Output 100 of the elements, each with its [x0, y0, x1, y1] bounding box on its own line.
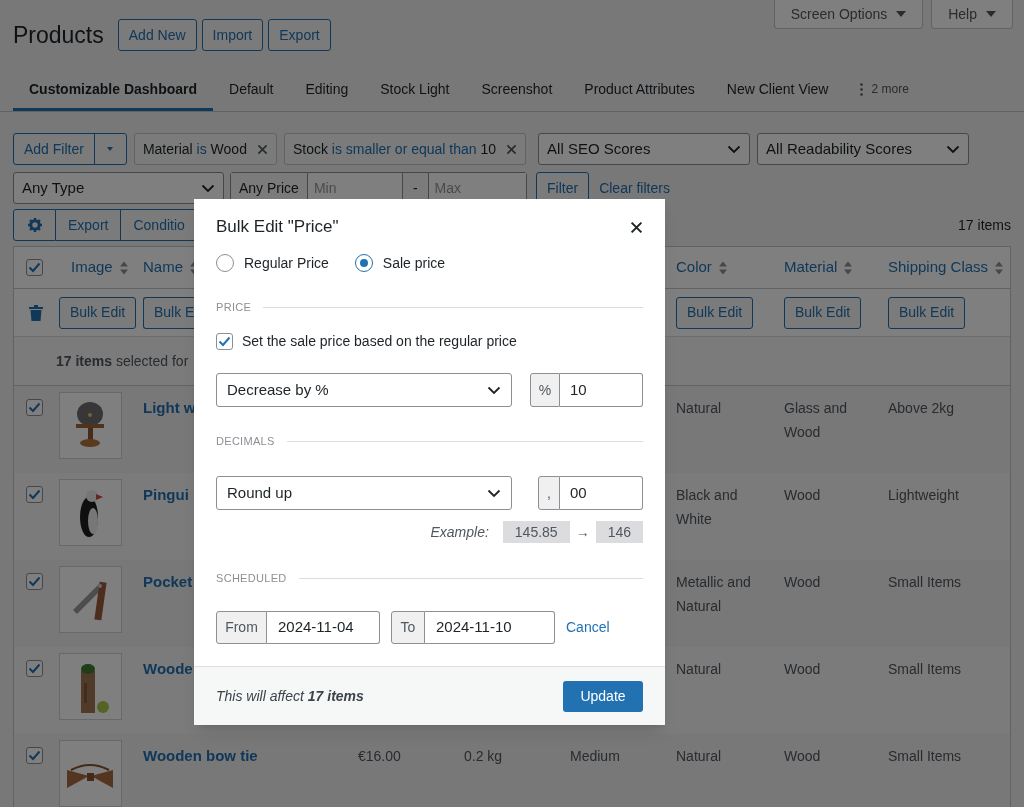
- checkbox[interactable]: [26, 486, 43, 503]
- input-field[interactable]: 00: [560, 476, 643, 510]
- section-heading: DECIMALS: [216, 433, 275, 449]
- column-header[interactable]: Color: [676, 256, 712, 279]
- tab[interactable]: New Client View: [710, 70, 845, 111]
- color-attribute-cell: Metallic and Natural: [676, 574, 751, 614]
- bulk-edit-button[interactable]: Bulk Edit: [888, 296, 966, 329]
- checkbox[interactable]: [216, 332, 233, 350]
- filter-select[interactable]: All SEO Scores: [538, 133, 751, 165]
- color-attribute-cell: Black and White: [676, 487, 738, 527]
- filter-select[interactable]: All Readability Scores: [757, 133, 970, 165]
- column-header[interactable]: Material: [784, 256, 838, 279]
- chevron-down-icon: [487, 385, 501, 395]
- column-header[interactable]: Shipping Class: [888, 256, 989, 279]
- bulk-edit-button[interactable]: Bulk Edit: [676, 296, 754, 329]
- radio-button[interactable]: [354, 254, 373, 272]
- size-cell: Medium: [570, 748, 620, 764]
- header-button[interactable]: Add New: [117, 19, 197, 51]
- settings-button[interactable]: [13, 209, 56, 241]
- product-name-link[interactable]: Pocket: [143, 573, 193, 590]
- more-tabs-button[interactable]: 2 more: [844, 70, 925, 111]
- checkbox[interactable]: [26, 747, 43, 764]
- header-button[interactable]: Import: [201, 19, 264, 51]
- input-field[interactable]: 10: [560, 373, 643, 407]
- tab[interactable]: Product Attributes: [568, 70, 711, 111]
- type-select[interactable]: Any Type: [13, 172, 224, 204]
- shipping-class-cell: Small Items: [888, 748, 962, 764]
- caret-icon[interactable]: [107, 147, 114, 151]
- tab[interactable]: Default: [213, 70, 290, 111]
- product-name-link[interactable]: Wooden bow tie: [143, 747, 258, 764]
- column-header[interactable]: Image: [71, 256, 113, 279]
- material-cell: Glass and Wood: [784, 400, 848, 440]
- bulk-edit-button[interactable]: Bulk E: [143, 296, 197, 329]
- chevron-down-icon: [946, 144, 961, 154]
- input-addon: %: [530, 373, 560, 407]
- filter-label: Material is Wood: [142, 139, 247, 159]
- add-filter-button[interactable]: Add Filter: [14, 134, 94, 164]
- item-count: 17 items: [958, 215, 1011, 235]
- checkbox[interactable]: [26, 660, 43, 677]
- material-cell: Wood: [784, 487, 821, 503]
- more-icon: [860, 82, 864, 96]
- material-cell: Wood: [784, 748, 821, 764]
- chevron-down-icon: [201, 183, 215, 193]
- filter-chip[interactable]: Stock is smaller or equal than 10: [283, 133, 527, 165]
- date-field[interactable]: 2024-11-04: [267, 611, 380, 644]
- bulk-edit-button[interactable]: Bulk Edit: [784, 296, 862, 329]
- shipping-class-cell: Small Items: [888, 661, 962, 677]
- section-heading: PRICE: [216, 299, 252, 315]
- caret-icon: [896, 11, 907, 17]
- bulk-edit-button[interactable]: Bulk Edit: [59, 296, 137, 329]
- settings-icon: [27, 218, 42, 232]
- color-attribute-cell: Natural: [676, 748, 722, 764]
- checkbox[interactable]: [26, 259, 43, 276]
- tab[interactable]: Stock Light: [364, 70, 466, 111]
- date-field[interactable]: 2024-11-10: [425, 611, 555, 644]
- tab[interactable]: Customizable Dashboard: [13, 70, 214, 111]
- chevron-down-icon: [487, 488, 501, 498]
- date-label: From: [216, 611, 267, 644]
- date-label: To: [391, 611, 425, 644]
- column-header[interactable]: Name: [143, 256, 183, 279]
- toolbar-button[interactable]: Export: [56, 209, 122, 241]
- rounding-select[interactable]: Round up: [216, 476, 512, 510]
- add-filter-split-button[interactable]: Add Filter: [13, 133, 127, 165]
- checkbox[interactable]: [26, 573, 43, 590]
- screen-meta-button[interactable]: Help: [931, 0, 1013, 29]
- cancel-link[interactable]: Cancel: [566, 617, 610, 638]
- arrow: →: [575, 522, 590, 542]
- material-cell: Wood: [784, 661, 821, 677]
- weight-cell: 0.2 kg: [464, 748, 503, 764]
- tab[interactable]: Editing: [289, 70, 365, 111]
- shipping-class-cell: Small Items: [888, 574, 962, 590]
- product-name-link[interactable]: Pingui: [143, 486, 189, 503]
- product-name-link[interactable]: Woode: [143, 660, 193, 677]
- material-cell: Wood: [784, 574, 821, 590]
- checkbox-label: Set the sale price based on the regular price: [242, 331, 517, 351]
- radio-label: Regular Price: [244, 253, 329, 273]
- page-title: Products: [13, 21, 104, 50]
- shipping-class-cell: Lightweight: [888, 487, 959, 503]
- example-value: 145.85: [502, 521, 570, 543]
- screen-meta-button[interactable]: Screen Options: [773, 0, 924, 29]
- checkbox[interactable]: [26, 399, 43, 416]
- radio-button[interactable]: [216, 254, 234, 272]
- section-heading: SCHEDULED: [216, 570, 287, 586]
- input-addon: ,: [538, 476, 560, 510]
- radio-label: Sale price: [382, 253, 446, 273]
- filter-label: Stock is smaller or equal than 10: [292, 139, 497, 159]
- adjustment-select[interactable]: Decrease by %: [216, 373, 512, 407]
- shipping-class-cell: Above 2kg: [888, 400, 955, 416]
- dialog-title: Bulk Edit "Price": [216, 216, 339, 239]
- update-button[interactable]: Update: [563, 680, 643, 712]
- clear-filters-link[interactable]: Clear filters: [599, 177, 670, 199]
- example-value: 146: [595, 521, 643, 543]
- close-icon[interactable]: [630, 220, 643, 234]
- trash-icon[interactable]: [29, 304, 43, 321]
- filter-chip[interactable]: Material is Wood: [133, 133, 277, 165]
- footer-note: This will affect 17 items: [216, 686, 364, 706]
- color-attribute-cell: Natural: [676, 400, 722, 416]
- tab[interactable]: Screenshot: [465, 70, 569, 111]
- selection-note: 17 items selected for: [56, 351, 189, 371]
- header-button[interactable]: Export: [268, 19, 331, 51]
